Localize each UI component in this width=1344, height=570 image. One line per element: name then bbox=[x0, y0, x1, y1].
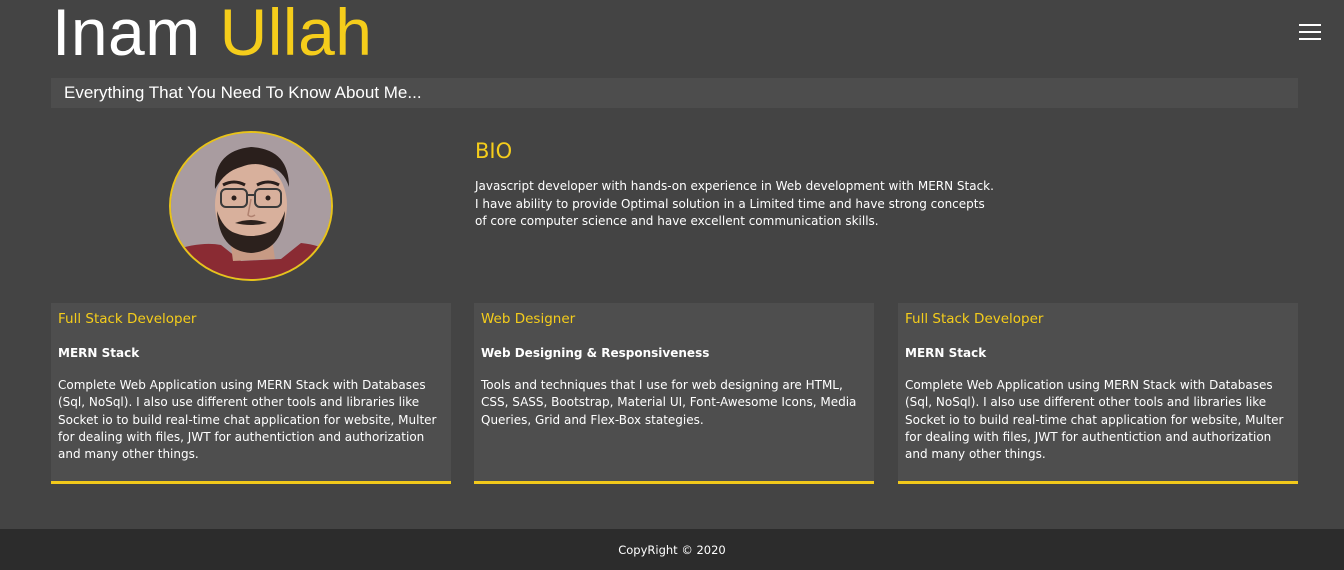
profile-avatar bbox=[169, 131, 333, 281]
hamburger-line bbox=[1299, 24, 1321, 26]
tagline-bar: Everything That You Need To Know About M… bbox=[51, 78, 1298, 108]
card-subtitle: Web Designing & Responsiveness bbox=[481, 346, 710, 360]
card-text: Complete Web Application using MERN Stac… bbox=[58, 378, 437, 462]
footer: CopyRight © 2020 bbox=[0, 529, 1344, 570]
avatar-illustration bbox=[171, 133, 331, 279]
site-logo-name[interactable]: Inam Ullah bbox=[52, 0, 372, 74]
skill-card-full-stack: Full Stack Developer MERN Stack Complete… bbox=[51, 303, 451, 484]
copyright-text: CopyRight © 2020 bbox=[618, 542, 726, 557]
card-title: Full Stack Developer bbox=[905, 311, 1044, 327]
card-subtitle: MERN Stack bbox=[905, 346, 987, 360]
bio-heading: BIO bbox=[475, 139, 513, 163]
name-first: Inam bbox=[52, 0, 201, 69]
hamburger-menu-icon[interactable] bbox=[1299, 24, 1321, 40]
card-text: Tools and techniques that I use for web … bbox=[481, 378, 857, 427]
card-subtitle: MERN Stack bbox=[58, 346, 140, 360]
card-text: Complete Web Application using MERN Stac… bbox=[905, 378, 1284, 462]
hamburger-line bbox=[1299, 31, 1321, 33]
hamburger-line bbox=[1299, 38, 1321, 40]
card-title: Full Stack Developer bbox=[58, 311, 197, 327]
skill-card-web-designer: Web Designer Web Designing & Responsiven… bbox=[474, 303, 874, 484]
name-last: Ullah bbox=[219, 0, 373, 69]
bio-text: Javascript developer with hands-on exper… bbox=[475, 179, 994, 228]
portfolio-page: Inam Ullah Everything That You Need To K… bbox=[0, 0, 1344, 570]
skill-card-full-stack-2: Full Stack Developer MERN Stack Complete… bbox=[898, 303, 1298, 484]
card-title: Web Designer bbox=[481, 311, 576, 327]
tagline: Everything That You Need To Know About M… bbox=[64, 83, 422, 102]
